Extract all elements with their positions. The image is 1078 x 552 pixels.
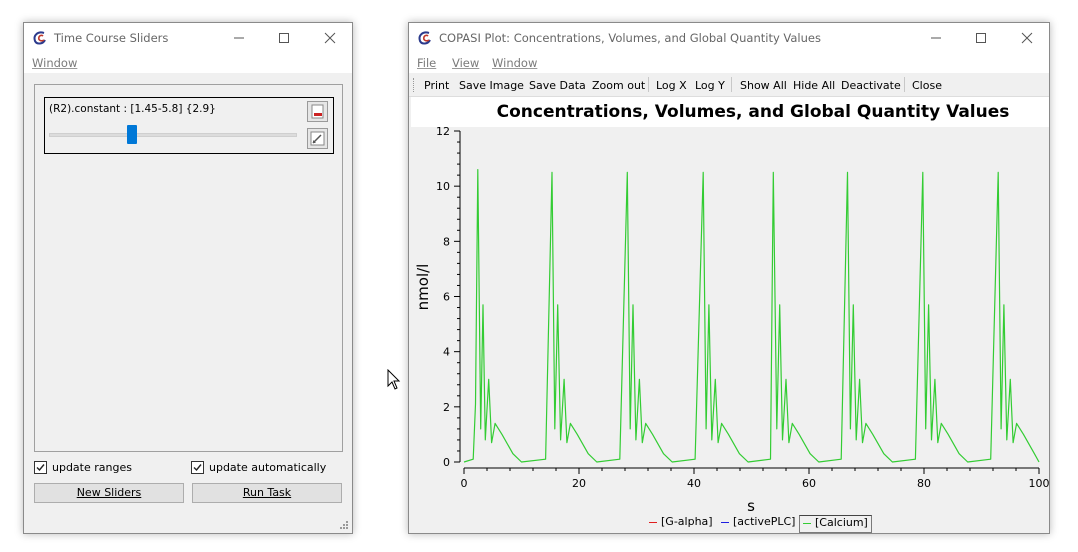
y-tick-label: 0 — [443, 456, 450, 469]
new-sliders-button[interactable]: New Sliders — [34, 483, 184, 503]
slider-area: (R2).constant : [1.45-5.8] {2.9} — [34, 84, 343, 452]
maximize-icon — [976, 33, 986, 43]
checkmark-icon — [193, 464, 202, 472]
zoom-out-button[interactable]: Zoom out — [592, 79, 645, 92]
y-tick-label: 4 — [443, 346, 450, 359]
minimize-button[interactable] — [216, 23, 262, 53]
edit-slider-button[interactable] — [307, 128, 328, 149]
edit-slider-icon — [310, 131, 325, 146]
remove-slider-icon — [311, 104, 324, 119]
close-button[interactable] — [307, 23, 353, 53]
plot-area: Concentrations, Volumes, and Global Quan… — [411, 97, 1049, 533]
y-tick-label: 2 — [443, 401, 450, 414]
minimize-button[interactable] — [913, 23, 959, 53]
copasi-logo-icon — [418, 31, 431, 45]
legend-label: [Calcium] — [815, 516, 868, 529]
legend-label: [G-alpha] — [661, 515, 713, 528]
x-tick-label: 0 — [461, 477, 468, 490]
sliders-titlebar[interactable]: Time Course Sliders — [24, 23, 352, 53]
run-task-label: Run Task — [242, 486, 292, 499]
checkmark-icon — [36, 464, 45, 472]
menu-window[interactable]: Window — [32, 56, 77, 70]
x-tick-label: 100 — [1029, 477, 1050, 490]
window-title: Time Course Sliders — [54, 31, 169, 45]
plot-titlebar[interactable]: COPASI Plot: Concentrations, Volumes, an… — [409, 23, 1049, 53]
print-button[interactable]: Print — [424, 79, 449, 92]
maximize-icon — [279, 33, 289, 43]
x-axis-label: s — [747, 497, 755, 515]
hide-all-button[interactable]: Hide All — [793, 79, 835, 92]
plot-menubar: File View Window — [409, 53, 1049, 73]
window-title: COPASI Plot: Concentrations, Volumes, an… — [439, 31, 821, 45]
maximize-button[interactable] — [261, 23, 307, 53]
y-tick-label: 12 — [436, 125, 450, 138]
minimize-icon — [931, 37, 941, 39]
menu-window[interactable]: Window — [492, 56, 537, 70]
legend-item-calcium[interactable]: [Calcium] — [799, 515, 872, 533]
save-data-button[interactable]: Save Data — [529, 79, 586, 92]
copasi-logo-icon — [33, 31, 46, 45]
toolbar-separator — [731, 77, 732, 92]
series-line-calcium — [463, 168, 1040, 463]
y-tick-label: 10 — [436, 180, 450, 193]
slider-track[interactable] — [49, 133, 297, 137]
x-tick-label: 40 — [687, 477, 701, 490]
chart[interactable]: Concentrations, Volumes, and Global Quan… — [411, 97, 1049, 533]
legend-item-g-alpha[interactable]: [G-alpha] — [649, 515, 713, 533]
y-tick-label: 6 — [443, 291, 450, 304]
toolbar-grip[interactable] — [413, 78, 415, 92]
toolbar-separator — [648, 77, 649, 92]
legend-swatch-calcium — [803, 522, 811, 524]
new-sliders-label: New Sliders — [76, 486, 142, 499]
x-tick-label: 80 — [917, 477, 931, 490]
x-tick-label: 60 — [802, 477, 816, 490]
legend-label: [activePLC] — [733, 515, 796, 528]
y-axis-label: nmol/l — [414, 264, 432, 311]
show-all-button[interactable]: Show All — [740, 79, 787, 92]
remove-slider-button[interactable] — [307, 101, 328, 122]
menu-file[interactable]: File — [417, 56, 436, 70]
resize-grip-icon[interactable] — [339, 520, 349, 530]
slider-widget: (R2).constant : [1.45-5.8] {2.9} — [44, 97, 334, 154]
sliders-window: Time Course Sliders Window (R2).constant… — [23, 22, 353, 534]
close-button[interactable] — [1004, 23, 1050, 53]
close-icon — [1021, 32, 1033, 44]
close-plot-button[interactable]: Close — [912, 79, 942, 92]
update-automatically-label: update automatically — [209, 461, 327, 474]
menu-view[interactable]: View — [452, 56, 479, 70]
legend-item-activeplc[interactable]: [activePLC] — [721, 515, 795, 533]
deactivate-button[interactable]: Deactivate — [841, 79, 901, 92]
maximize-button[interactable] — [958, 23, 1004, 53]
chart-title: Concentrations, Volumes, and Global Quan… — [497, 102, 1010, 122]
y-tick-label: 8 — [443, 235, 450, 248]
legend-swatch-g-alpha — [649, 521, 657, 523]
update-ranges-checkbox[interactable] — [34, 461, 47, 474]
plot-toolbar: Print Save Image Save Data Zoom out Log … — [409, 73, 1049, 97]
update-automatically-checkbox[interactable] — [191, 461, 204, 474]
legend-swatch-activeplc — [721, 521, 729, 523]
plot-window: COPASI Plot: Concentrations, Volumes, an… — [408, 22, 1050, 534]
save-image-button[interactable]: Save Image — [459, 79, 524, 92]
toolbar-separator — [904, 77, 905, 92]
close-icon — [324, 32, 336, 44]
minimize-icon — [234, 37, 244, 39]
mouse-cursor-icon — [387, 369, 401, 390]
slider-thumb[interactable] — [126, 125, 137, 144]
run-task-button[interactable]: Run Task — [192, 483, 342, 503]
x-tick-label: 20 — [572, 477, 586, 490]
slider-label: (R2).constant : [1.45-5.8] {2.9} — [49, 103, 216, 115]
log-x-button[interactable]: Log X — [656, 79, 687, 92]
sliders-menubar: Window — [24, 53, 352, 73]
update-ranges-label: update ranges — [52, 461, 132, 474]
log-y-button[interactable]: Log Y — [695, 79, 725, 92]
